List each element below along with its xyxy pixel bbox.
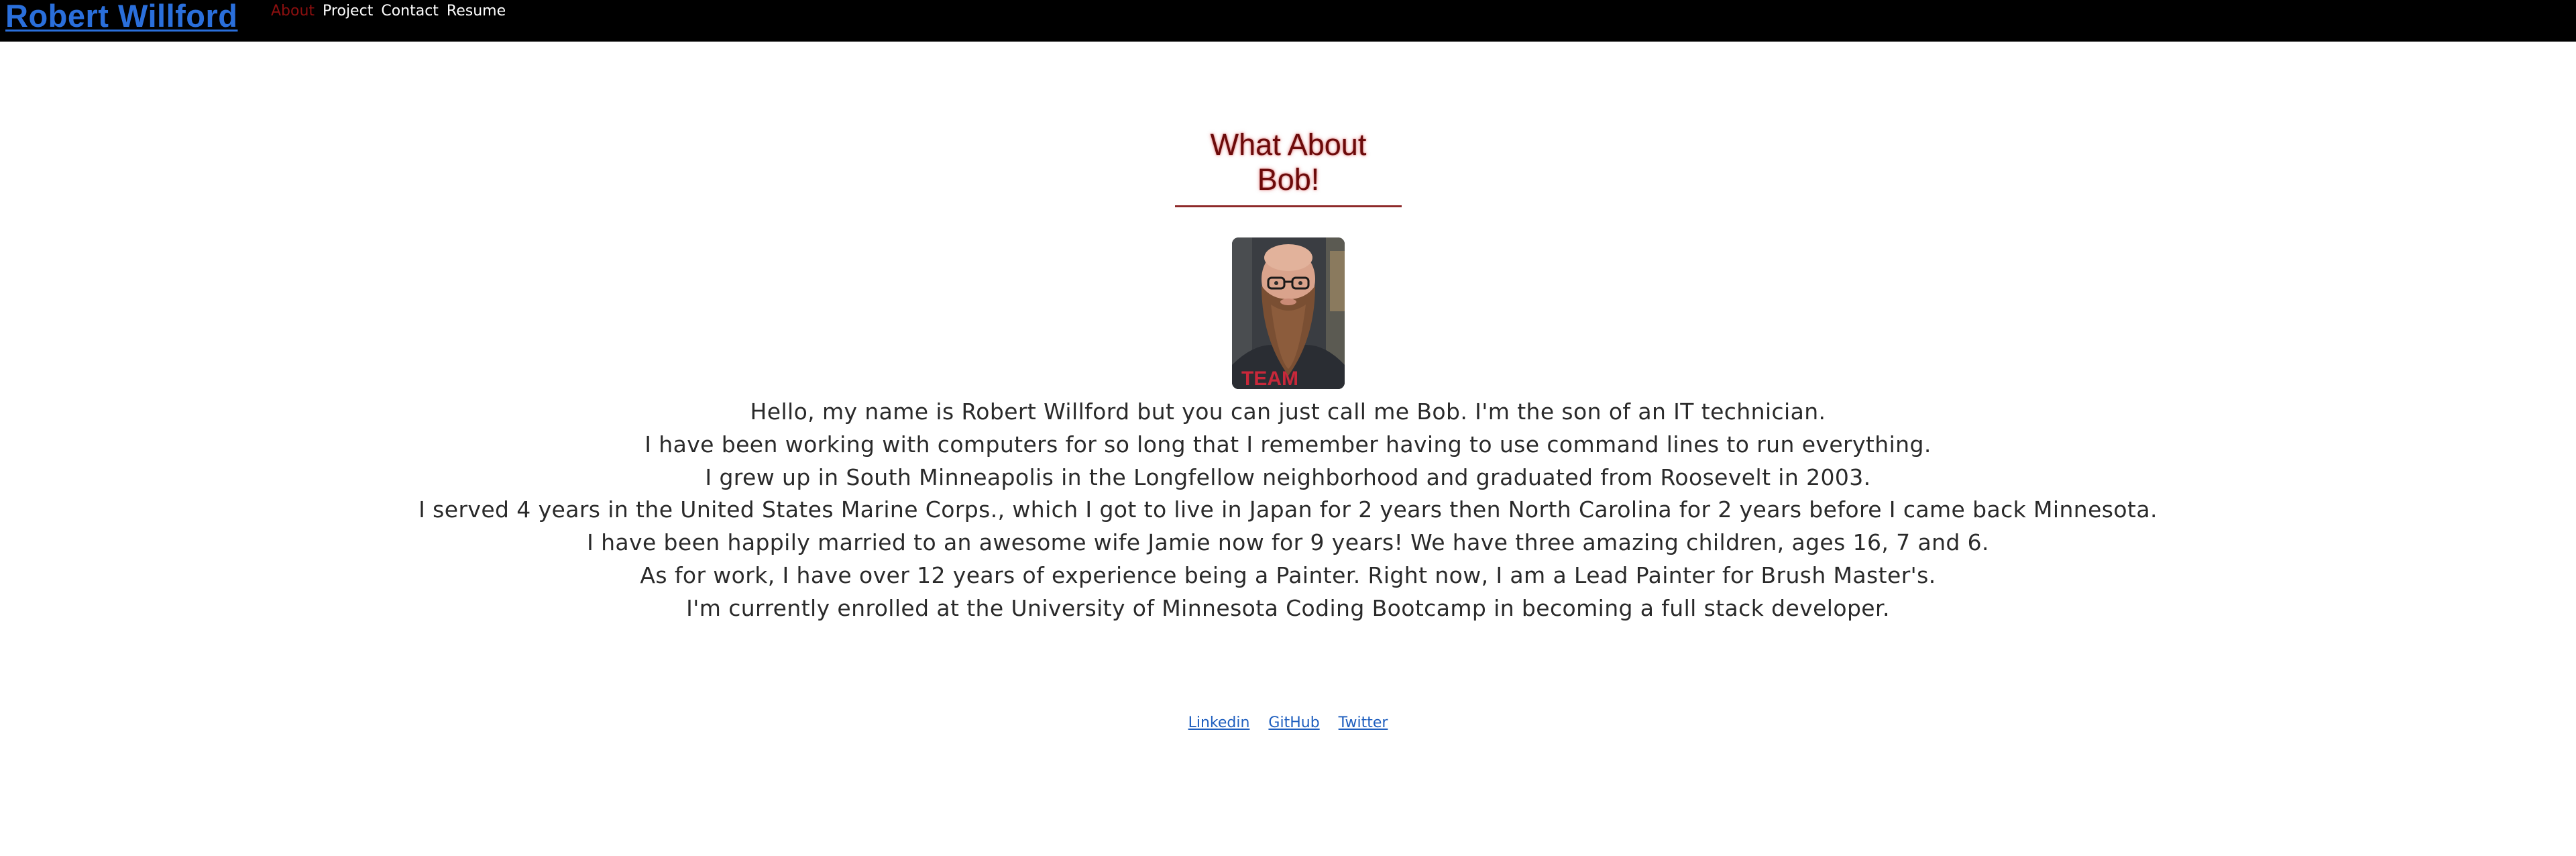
- github-link[interactable]: GitHub: [1268, 714, 1319, 733]
- linkedin-link[interactable]: Linkedin: [1188, 714, 1250, 733]
- heading-line-2: Bob!: [1257, 162, 1320, 197]
- bio-line: As for work, I have over 12 years of exp…: [640, 561, 1936, 588]
- bio-line: Hello, my name is Robert Willford but yo…: [750, 398, 1826, 425]
- profile-photo-image: TEAM: [1232, 237, 1345, 389]
- footer-links: Linkedin GitHub Twitter: [0, 714, 2576, 733]
- bio-line: I have been happily married to an awesom…: [587, 529, 1989, 556]
- brand-link[interactable]: Robert Willford: [5, 0, 237, 34]
- nav-contact-link[interactable]: Contact: [381, 3, 439, 20]
- bio-line: I grew up in South Minneapolis in the Lo…: [705, 464, 1871, 490]
- bio-line: I'm currently enrolled at the University…: [686, 594, 1890, 621]
- bio-text: Hello, my name is Robert Willford but yo…: [0, 396, 2576, 625]
- heading-line-1: What About: [1210, 127, 1367, 162]
- nav-menu: About Project Contact Resume: [271, 3, 506, 20]
- nav-project-link[interactable]: Project: [323, 3, 373, 20]
- about-heading-block: What About Bob!: [1175, 127, 1402, 207]
- bio-line: I served 4 years in the United States Ma…: [418, 496, 2158, 523]
- about-heading: What About Bob!: [1175, 127, 1402, 207]
- nav-about-link[interactable]: About: [271, 3, 315, 20]
- top-navbar: Robert Willford About Project Contact Re…: [0, 0, 2576, 42]
- twitter-link[interactable]: Twitter: [1339, 714, 1388, 733]
- profile-photo: TEAM: [1232, 237, 1345, 389]
- nav-resume-link[interactable]: Resume: [447, 3, 506, 20]
- bio-line: I have been working with computers for s…: [645, 431, 1931, 458]
